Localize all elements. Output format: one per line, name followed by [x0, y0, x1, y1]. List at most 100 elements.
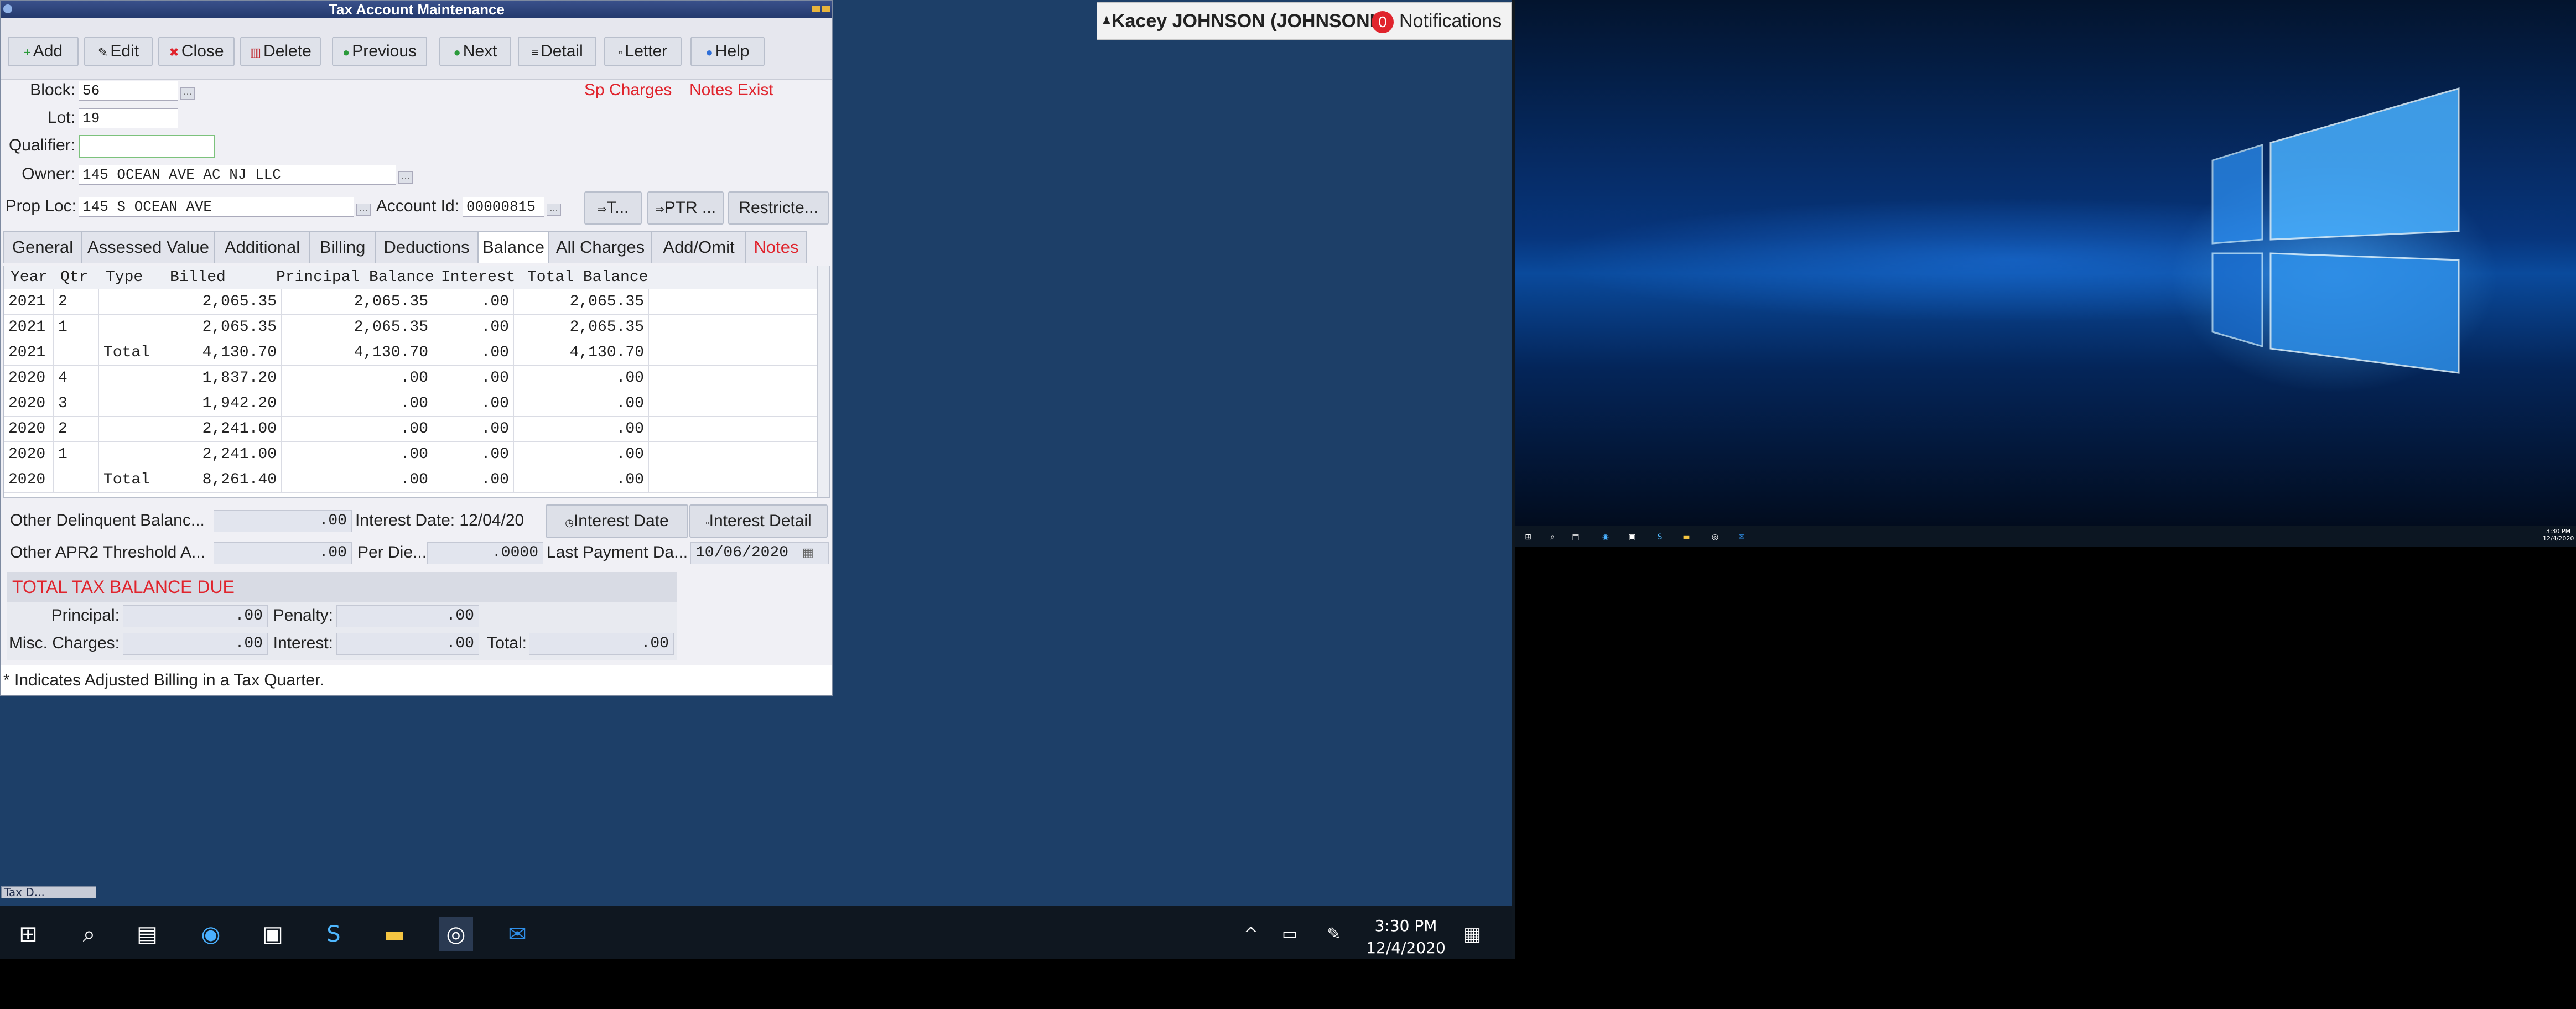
folder-icon[interactable]: ▬ [1681, 532, 1692, 543]
table-row[interactable]: 2021 Total 4,130.70 4,130.70.00 4,130.70 [4, 340, 817, 366]
store-icon[interactable]: ▣ [256, 917, 290, 951]
edge-icon[interactable]: ◉ [1600, 532, 1611, 543]
col-type[interactable]: Type [106, 266, 143, 289]
app-s-icon[interactable]: S [1654, 532, 1665, 543]
misc-charges-value: .00 [123, 633, 268, 655]
start-icon[interactable]: ⊞ [1523, 532, 1534, 543]
clock-secondary[interactable]: 3:30 PM 12/4/2020 [2543, 528, 2574, 542]
help-button[interactable]: ● Help [690, 37, 765, 66]
outlook-icon[interactable]: ✉ [500, 917, 534, 951]
table-cell: .00 [433, 467, 514, 493]
table-cell [99, 289, 154, 315]
col-year[interactable]: Year [11, 266, 48, 289]
app-s-icon[interactable]: S [316, 917, 351, 951]
search-icon[interactable]: ⌕ [72, 917, 106, 951]
table-row[interactable]: 2021 2 2,065.35 2,065.35.00 2,065.35 [4, 289, 817, 315]
other-delinquent-value: .00 [214, 510, 352, 532]
task-view-icon[interactable]: ▤ [1570, 532, 1581, 543]
t-button[interactable]: ⇒T... [584, 191, 642, 225]
search-icon[interactable]: ⌕ [1547, 532, 1558, 543]
edge-icon[interactable]: ◉ [194, 917, 228, 951]
notes-exist-link[interactable]: Notes Exist [689, 81, 773, 100]
previous-button[interactable]: ● Previous [332, 37, 427, 66]
interest-detail-button[interactable]: ▫Interest Detail [689, 504, 828, 538]
file-explorer-icon[interactable]: ▬ [377, 917, 412, 951]
browser-icon[interactable]: ◎ [439, 917, 473, 951]
col-qtr[interactable]: Qtr [60, 266, 89, 289]
detail-button[interactable]: ≡ Detail [518, 37, 596, 66]
apr2-threshold-label: Other APR2 Threshold A... [10, 543, 205, 561]
table-row[interactable]: 2020 3 1,942.20.00.00.00 [4, 391, 817, 417]
notification-center-icon[interactable]: ▦ [1455, 917, 1489, 951]
delete-button[interactable]: ▥ Delete [240, 37, 321, 66]
tab-general[interactable]: General [3, 231, 82, 263]
tab-billing[interactable]: Billing [310, 231, 375, 263]
table-cell [649, 417, 817, 442]
table-cell [649, 366, 817, 391]
prop-loc-lookup-button[interactable]: … [356, 204, 371, 216]
table-row[interactable]: 2021 1 2,065.35 2,065.35.00 2,065.35 [4, 315, 817, 340]
tab-add-omit[interactable]: Add/Omit [652, 231, 746, 263]
col-principal-balance[interactable]: Principal Balance [276, 266, 434, 289]
maximize-icon[interactable] [822, 6, 830, 12]
table-row[interactable]: 2020 2 2,241.00.00.00.00 [4, 417, 817, 442]
table-row[interactable]: 2020 Total 8,261.40.00.00.00 [4, 467, 817, 493]
col-interest[interactable]: Interest [441, 266, 516, 289]
t-icon: ⇒ [597, 204, 607, 216]
tab-notes[interactable]: Notes [746, 231, 807, 263]
table-cell [649, 467, 817, 493]
interest-date-button[interactable]: ◷Interest Date [546, 504, 688, 538]
store-icon[interactable]: ▣ [1627, 532, 1638, 543]
task-view-icon[interactable]: ▤ [130, 917, 164, 951]
table-cell: 1 [54, 442, 99, 467]
sp-charges-link[interactable]: Sp Charges [584, 81, 672, 100]
next-button[interactable]: ● Next [439, 37, 511, 66]
user-name[interactable]: Kacey JOHNSON (JOHNSONK) [1112, 3, 1390, 39]
owner-field[interactable]: 145 OCEAN AVE AC NJ LLC [79, 165, 396, 185]
letter-button[interactable]: ▫ Letter [604, 37, 682, 66]
minimized-window[interactable]: Tax D... [1, 886, 96, 898]
table-cell: .00 [514, 442, 649, 467]
tab-additional[interactable]: Additional [215, 231, 310, 263]
tab-deductions[interactable]: Deductions [375, 231, 478, 263]
qualifier-field[interactable] [79, 135, 215, 158]
block-lookup-button[interactable]: … [180, 87, 195, 100]
table-cell: 2,065.35 [154, 315, 282, 340]
edit-button[interactable]: ✎ Edit [84, 37, 153, 66]
pen-icon[interactable]: ✎ [1317, 917, 1351, 951]
clock[interactable]: 3:30 PM 12/4/2020 [1353, 915, 1458, 959]
owner-lookup-button[interactable]: … [398, 171, 413, 184]
network-icon[interactable]: ▭ [1273, 917, 1307, 951]
account-lookup-button[interactable]: … [547, 204, 561, 216]
table-row[interactable]: 2020 4 1,837.20.00.00.00 [4, 366, 817, 391]
browser-icon[interactable]: ◎ [1710, 532, 1721, 543]
chevron-up-icon[interactable]: ^ [1234, 917, 1268, 951]
window-menu-icon[interactable] [3, 4, 12, 13]
tab-all-charges[interactable]: All Charges [549, 231, 652, 263]
minimize-icon[interactable] [812, 6, 820, 12]
penalty-value: .00 [336, 605, 479, 627]
table-scrollbar[interactable] [817, 266, 829, 497]
prop-loc-field[interactable]: 145 S OCEAN AVE [79, 197, 354, 217]
add-button[interactable]: + Add [8, 37, 79, 66]
interest-date-text: Interest Date: 12/04/20 [355, 511, 524, 529]
tab-balance[interactable]: Balance [478, 231, 549, 263]
col-total-balance[interactable]: Total Balance [527, 266, 648, 289]
outlook-icon[interactable]: ✉ [1736, 532, 1747, 543]
table-row[interactable]: 2020 1 2,241.00.00.00.00 [4, 442, 817, 467]
desktop-wallpaper [1515, 0, 2576, 526]
start-icon[interactable]: ⊞ [11, 917, 45, 951]
col-billed[interactable]: Billed [170, 266, 226, 289]
tab-assessed-value[interactable]: Assessed Value [82, 231, 215, 263]
ptr-button[interactable]: ⇒PTR ... [647, 191, 724, 225]
table-cell: 4,130.70 [154, 340, 282, 366]
block-field[interactable]: 56 [79, 81, 178, 101]
calendar-icon[interactable]: ▦ [802, 545, 814, 560]
close-button[interactable]: ✖ Close [158, 37, 235, 66]
notifications-link[interactable]: Notifications [1399, 3, 1502, 39]
lot-field[interactable]: 19 [79, 108, 178, 128]
notification-count-badge[interactable]: 0 [1372, 11, 1394, 33]
account-id-field[interactable]: 00000815 [463, 197, 544, 217]
close-label: Close [181, 42, 224, 60]
restricted-button[interactable]: Restricte... [728, 191, 829, 225]
